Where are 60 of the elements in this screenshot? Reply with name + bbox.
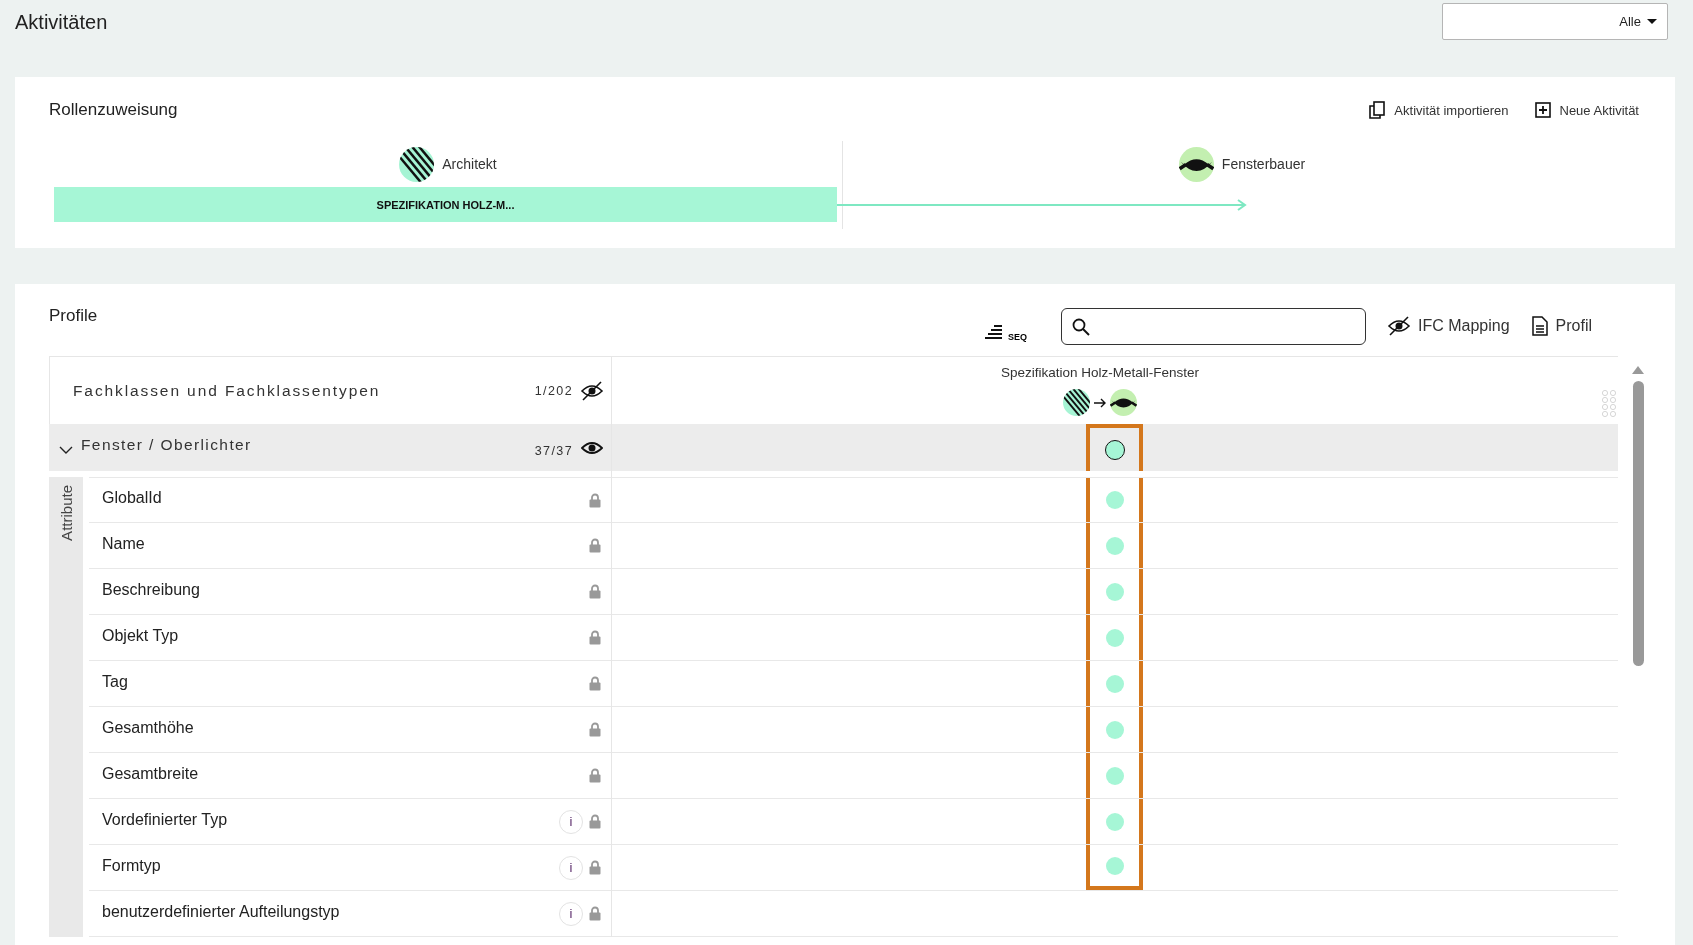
- attribute-name: Formtyp: [102, 856, 162, 876]
- attribute-name: Tag: [102, 672, 129, 692]
- class-header-title: Fachklassen und Fachklassentypen: [73, 381, 382, 400]
- document-icon: [1531, 316, 1548, 336]
- sequence-button[interactable]: SEQ: [984, 322, 1027, 342]
- chevron-down-icon[interactable]: [59, 446, 73, 455]
- search-icon: [1072, 317, 1090, 336]
- section-title: Rollenzuweisung: [49, 100, 178, 120]
- face-avatar-icon: [1178, 146, 1214, 182]
- scrollbar-thumb[interactable]: [1632, 381, 1644, 666]
- status-dot[interactable]: [1105, 856, 1124, 875]
- status-dot[interactable]: [1105, 766, 1124, 785]
- arrow-icon: [1093, 397, 1107, 408]
- striped-avatar-icon: [399, 146, 435, 182]
- attribute-name: Vordefinierter Typ: [102, 810, 229, 830]
- count-label: 37/37: [534, 442, 573, 458]
- status-dot[interactable]: [1105, 582, 1124, 601]
- page-title: Aktivitäten: [15, 11, 108, 34]
- toolbar-link[interactable]: Profil: [1531, 316, 1593, 336]
- attribute-name: Gesamtbreite: [102, 764, 200, 784]
- status-dot[interactable]: [1105, 628, 1124, 647]
- column-title: Spezifikation Holz-Metall-Fenster: [1000, 365, 1200, 380]
- caret-icon: [1647, 19, 1657, 24]
- status-dot[interactable]: [1105, 720, 1124, 739]
- attribute-name: Objekt Typ: [102, 626, 180, 646]
- face-avatar-icon: [1110, 389, 1137, 416]
- status-dot[interactable]: [1105, 536, 1124, 555]
- status-dot[interactable]: [1105, 491, 1124, 509]
- status-dot[interactable]: [1104, 439, 1125, 460]
- attribute-name: Beschreibung: [102, 580, 201, 600]
- role-name: Fensterbauer: [1221, 156, 1306, 172]
- drag-handle-icon[interactable]: [1602, 390, 1616, 418]
- sort-lines-icon: [984, 324, 1004, 342]
- status-dot[interactable]: [1105, 674, 1124, 693]
- striped-avatar-icon: [1063, 389, 1090, 416]
- attribute-name: GlobalId: [102, 489, 163, 508]
- count-label: 1/202: [534, 383, 573, 398]
- role-name: Architekt: [442, 156, 497, 172]
- eye-hidden-icon[interactable]: [581, 380, 603, 401]
- status-dot[interactable]: [1105, 812, 1124, 831]
- toolbar-link[interactable]: Neue Aktivität: [1532, 99, 1641, 121]
- attribute-name: benutzerdefinierter Aufteilungstyp: [102, 902, 341, 922]
- info-button[interactable]: i: [559, 809, 583, 834]
- attribute-name: Gesamthöhe: [102, 718, 195, 738]
- eye-icon[interactable]: [581, 439, 603, 456]
- section-title: Profile: [49, 306, 99, 326]
- eye-hidden-icon: [1388, 316, 1410, 336]
- group-title: Fenster / Oberlichter: [81, 435, 253, 455]
- search-field[interactable]: [1061, 308, 1366, 345]
- filter-dropdown[interactable]: Alle: [1442, 3, 1668, 40]
- info-button[interactable]: i: [559, 901, 583, 926]
- activity-bar[interactable]: SPEZIFIKATION HOLZ-M...: [54, 187, 837, 222]
- scroll-up-icon[interactable]: [1631, 365, 1645, 375]
- copy-icon: [1369, 101, 1386, 119]
- section-label: Attribute: [57, 485, 75, 541]
- toolbar-link[interactable]: IFC Mapping: [1388, 316, 1510, 336]
- attribute-name: Name: [102, 534, 146, 554]
- plus-square-icon: [1534, 102, 1551, 118]
- info-button[interactable]: i: [559, 855, 583, 880]
- toolbar-link[interactable]: Aktivität importieren: [1367, 99, 1511, 121]
